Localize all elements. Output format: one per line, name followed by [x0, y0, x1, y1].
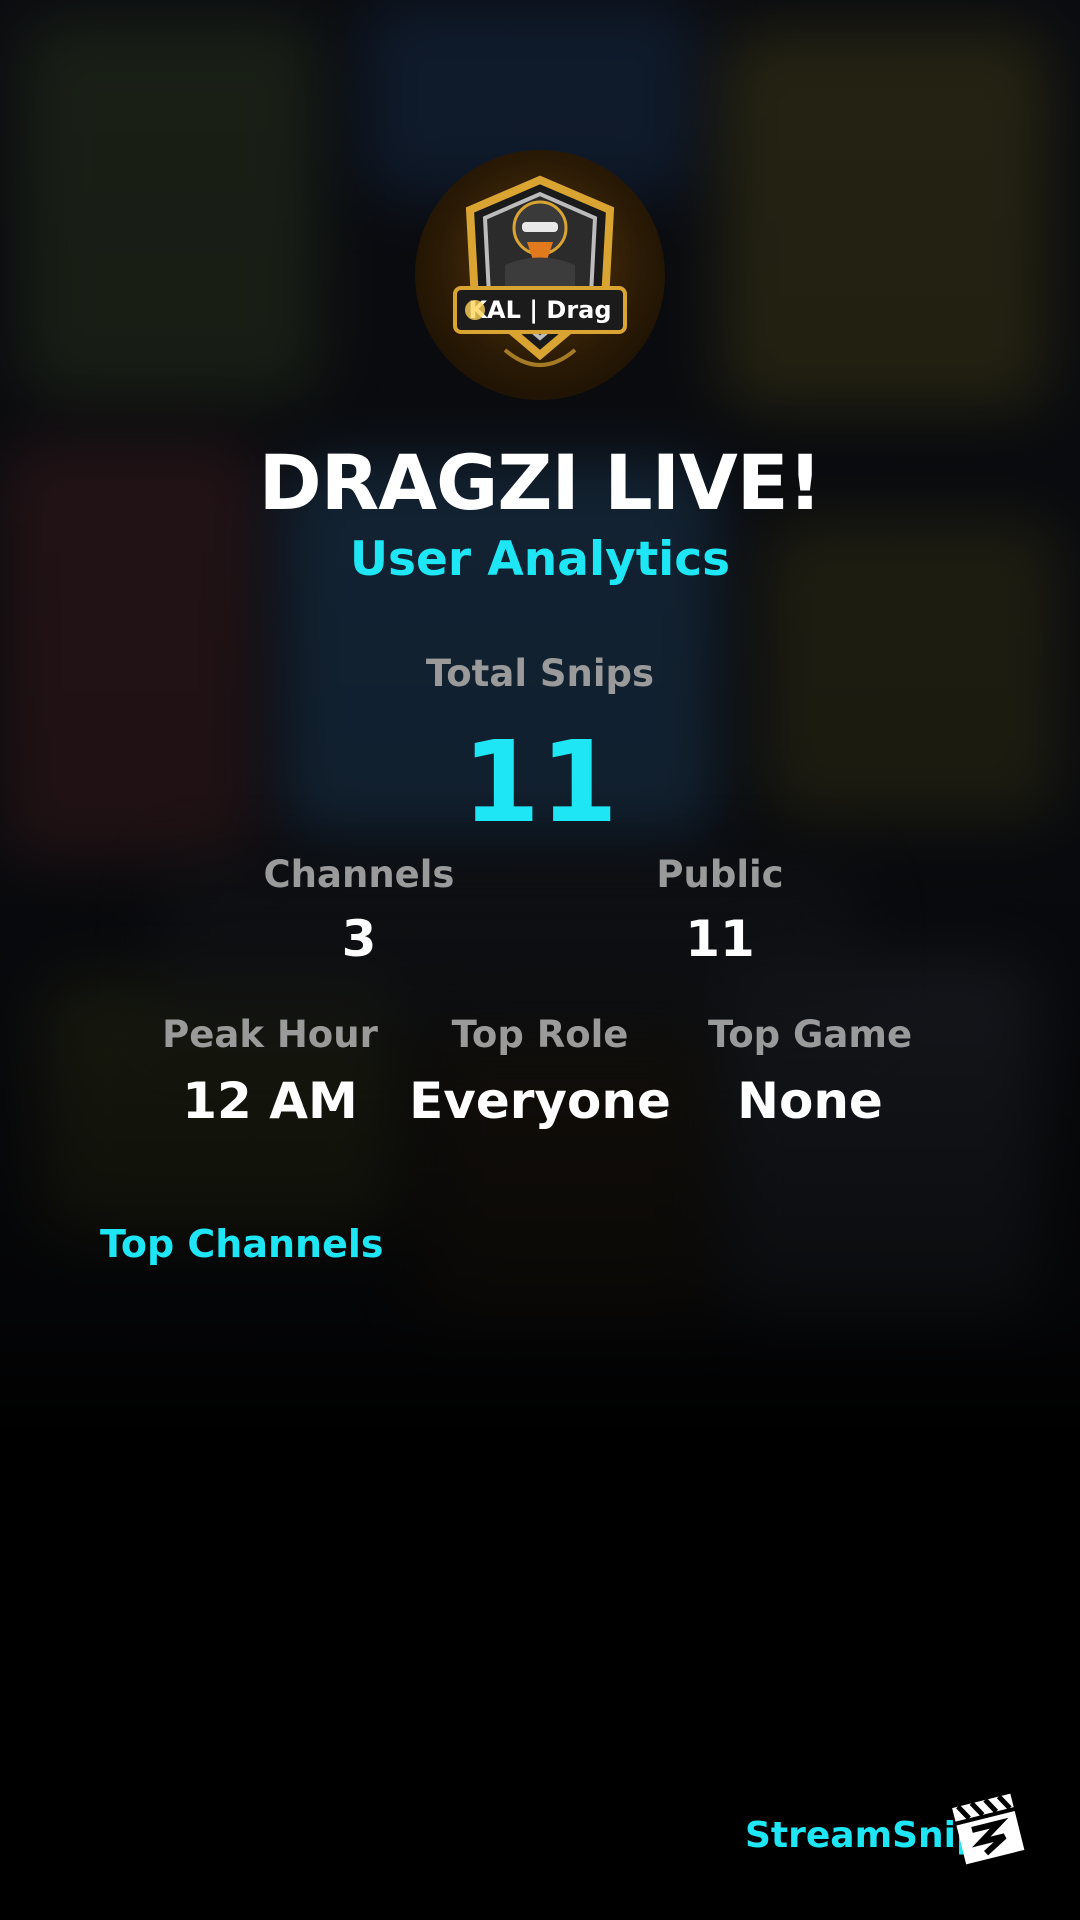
public-value: 11: [685, 910, 755, 968]
public-label: Public: [656, 853, 784, 896]
total-snips-label: Total Snips: [425, 652, 655, 695]
clapperboard-icon: [950, 1790, 1026, 1866]
top-role-label: Top Role: [451, 1013, 629, 1056]
top-role-value: Everyone: [409, 1072, 671, 1130]
top-game-label: Top Game: [707, 1013, 913, 1056]
top-channels-heading: Top Channels: [100, 1222, 384, 1266]
brand-name: StreamSnip: [745, 1815, 982, 1856]
page-subtitle: User Analytics: [349, 532, 731, 587]
channels-value: 3: [341, 910, 377, 968]
peak-hour-value: 12 AM: [182, 1072, 358, 1130]
peak-hour-label: Peak Hour: [162, 1013, 378, 1056]
channels-label: Channels: [263, 853, 455, 896]
avatar-text: KAL | Drag: [468, 296, 611, 324]
page-title: DRAGZI LIVE!: [258, 438, 823, 527]
profile-avatar: KAL | Drag: [415, 150, 665, 400]
total-snips-value: 11: [462, 718, 618, 848]
top-game-value: None: [737, 1072, 883, 1130]
